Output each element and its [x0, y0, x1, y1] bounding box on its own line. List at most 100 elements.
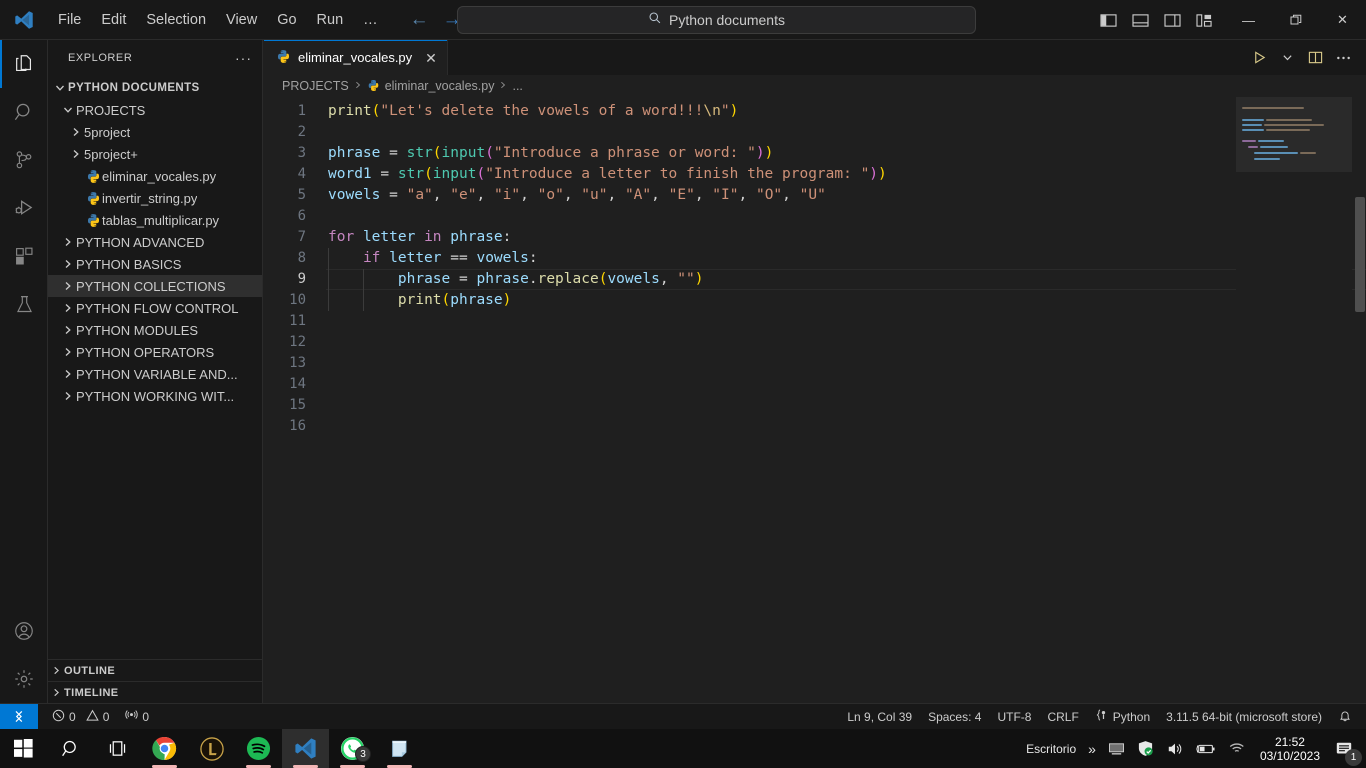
indentation-setting[interactable]: Spaces: 4 [920, 704, 989, 730]
breadcrumb-file[interactable]: eliminar_vocales.py [367, 79, 494, 93]
activity-run-and-debug[interactable] [0, 184, 48, 232]
shield-icon[interactable] [1131, 729, 1160, 768]
tree-item-python-variable-and[interactable]: PYTHON VARIABLE AND... [48, 363, 262, 385]
activity-manage-settings[interactable] [0, 655, 48, 703]
notification-center-icon[interactable]: 1 [1328, 729, 1362, 768]
code-editor[interactable]: 1 2 3 4 5 6 7 8 9 10 11 12 13 14 15 16 print("Let's del… [264, 97, 1366, 703]
section-outline[interactable]: OUTLINE [48, 659, 262, 681]
tree-item-python-flow-control[interactable]: PYTHON FLOW CONTROL [48, 297, 262, 319]
code-line[interactable]: phrase = phrase.replace(vowels, "") [326, 269, 1366, 290]
speaker-icon[interactable] [1160, 729, 1190, 768]
chevron-down-icon[interactable] [1274, 45, 1300, 71]
layout-controls [1098, 0, 1214, 40]
tree-item-5project[interactable]: 5project+ [48, 143, 262, 165]
activity-source-control[interactable] [0, 136, 48, 184]
toggle-primary-sidebar-icon[interactable] [1098, 10, 1118, 30]
python-interpreter[interactable]: 3.11.5 64-bit (microsoft store) [1158, 704, 1330, 730]
tree-item-python-advanced[interactable]: PYTHON ADVANCED [48, 231, 262, 253]
tree-item-python-documents[interactable]: PYTHON DOCUMENTS [48, 77, 262, 99]
cursor-position[interactable]: Ln 9, Col 39 [839, 704, 920, 730]
activity-testing[interactable] [0, 280, 48, 328]
tree-item-tablas-multiplicar-py[interactable]: tablas_multiplicar.py [48, 209, 262, 231]
code-line[interactable]: if letter == vowels: [326, 248, 1366, 269]
command-center-search[interactable]: Python documents [457, 6, 976, 34]
minimize-button[interactable]: — [1225, 0, 1272, 40]
explorer-more-actions-icon[interactable]: ··· [235, 50, 252, 66]
monitor-icon[interactable] [1102, 729, 1131, 768]
editor-more-actions-icon[interactable] [1330, 45, 1356, 71]
desktop-label[interactable]: Escritorio [1020, 729, 1082, 768]
code-content[interactable]: print("Let's delete the vowels of a word… [326, 97, 1366, 703]
code-line[interactable] [326, 395, 1366, 416]
code-line[interactable]: for letter in phrase: [326, 227, 1366, 248]
activity-extensions[interactable] [0, 232, 48, 280]
menu-go[interactable]: Go [267, 8, 306, 32]
code-line[interactable] [326, 122, 1366, 143]
toggle-secondary-sidebar-icon[interactable] [1162, 10, 1182, 30]
close-button[interactable]: ✕ [1319, 0, 1366, 40]
code-line[interactable] [326, 353, 1366, 374]
code-line[interactable] [326, 206, 1366, 227]
tree-item-python-operators[interactable]: PYTHON OPERATORS [48, 341, 262, 363]
menu-edit[interactable]: Edit [91, 8, 136, 32]
taskbar-clock[interactable]: 21:52 03/10/2023 [1252, 735, 1328, 763]
ports-indicator[interactable]: 0 [117, 704, 157, 730]
code-line[interactable]: print("Let's delete the vowels of a word… [326, 101, 1366, 122]
taskbar-sticky-notes-icon[interactable] [376, 729, 423, 768]
tree-item-python-basics[interactable]: PYTHON BASICS [48, 253, 262, 275]
tab-eliminar-vocales[interactable]: eliminar_vocales.py ✕ [264, 40, 448, 75]
tree-item-python-modules[interactable]: PYTHON MODULES [48, 319, 262, 341]
section-timeline[interactable]: TIMELINE [48, 681, 262, 703]
code-line[interactable] [326, 374, 1366, 395]
activity-explorer[interactable] [0, 40, 48, 88]
task-view-icon[interactable] [94, 729, 141, 768]
menu-run[interactable]: Run [307, 8, 354, 32]
tree-item-projects[interactable]: PROJECTS [48, 99, 262, 121]
menu-file[interactable]: File [48, 8, 91, 32]
code-line[interactable] [326, 416, 1366, 437]
taskbar-search-icon[interactable] [47, 729, 94, 768]
problems-indicator[interactable]: 0 0 [44, 704, 117, 730]
code-line[interactable]: word1 = str(input("Introduce a letter to… [326, 164, 1366, 185]
code-line[interactable] [326, 332, 1366, 353]
code-line[interactable]: print(phrase) [326, 290, 1366, 311]
tab-close-icon[interactable]: ✕ [425, 51, 437, 65]
tree-item-python-working-wit[interactable]: PYTHON WORKING WIT... [48, 385, 262, 407]
tray-overflow-icon[interactable]: » [1082, 729, 1102, 768]
menu-selection[interactable]: Selection [136, 8, 216, 32]
taskbar-vscode-icon[interactable] [282, 729, 329, 768]
taskbar-league-of-legends-icon[interactable] [188, 729, 235, 768]
menu-more-icon[interactable]: … [353, 8, 388, 32]
maximize-button[interactable] [1272, 0, 1319, 40]
code-line[interactable]: phrase = str(input("Introduce a phrase o… [326, 143, 1366, 164]
code-line[interactable]: vowels = "a", "e", "i", "o", "u", "A", "… [326, 185, 1366, 206]
battery-icon[interactable] [1190, 729, 1222, 768]
run-python-file-icon[interactable] [1246, 45, 1272, 71]
tree-item-eliminar-vocales-py[interactable]: eliminar_vocales.py [48, 165, 262, 187]
code-line[interactable] [326, 311, 1366, 332]
eol-setting[interactable]: CRLF [1039, 704, 1086, 730]
customize-layout-icon[interactable] [1194, 10, 1214, 30]
split-editor-icon[interactable] [1302, 45, 1328, 71]
breadcrumb-projects[interactable]: PROJECTS [282, 79, 349, 93]
tree-item-invertir-string-py[interactable]: invertir_string.py [48, 187, 262, 209]
go-back-icon[interactable]: ← [410, 10, 429, 29]
breadcrumb-symbol[interactable]: ... [512, 79, 522, 93]
taskbar-whatsapp-icon[interactable]: 3 [329, 729, 376, 768]
language-mode[interactable]: Python [1087, 704, 1158, 730]
toggle-panel-icon[interactable] [1130, 10, 1150, 30]
tree-item-python-collections[interactable]: PYTHON COLLECTIONS [48, 275, 262, 297]
taskbar-spotify-icon[interactable] [235, 729, 282, 768]
encoding-setting[interactable]: UTF-8 [989, 704, 1039, 730]
activity-search[interactable] [0, 88, 48, 136]
start-button[interactable] [0, 729, 47, 768]
activity-accounts[interactable] [0, 607, 48, 655]
editor-scrollbar-thumb[interactable] [1355, 197, 1365, 312]
tree-item-5project[interactable]: 5project [48, 121, 262, 143]
wifi-icon[interactable] [1222, 729, 1252, 768]
remote-window-indicator[interactable] [0, 703, 38, 730]
taskbar-chrome-icon[interactable] [141, 729, 188, 768]
menu-view[interactable]: View [216, 8, 267, 32]
notifications-bell-icon[interactable] [1330, 704, 1360, 730]
editor-scrollbar[interactable] [1352, 97, 1366, 703]
